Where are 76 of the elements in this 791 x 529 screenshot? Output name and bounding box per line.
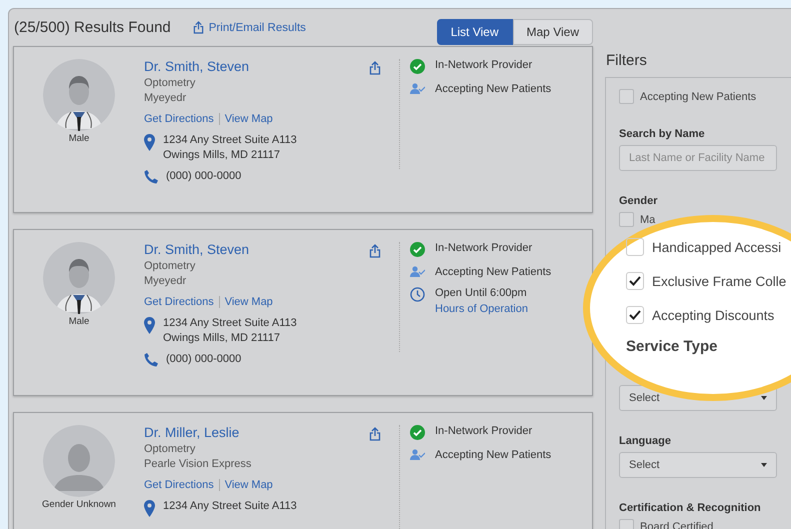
share-icon — [192, 21, 204, 34]
share-icon[interactable] — [369, 61, 381, 75]
person-check-icon — [410, 83, 425, 94]
share-icon[interactable] — [369, 427, 381, 441]
filter-heading: Gender — [619, 195, 659, 207]
phone-icon — [144, 170, 158, 184]
search-field[interactable]: Last Name or Facility Name — [619, 145, 777, 171]
filter-heading: Language — [619, 435, 672, 447]
gender-label: Gender Unknown — [42, 499, 116, 510]
checkbox-label: Accepting New Patients — [640, 90, 756, 102]
badge-text: In-Network Provider — [435, 59, 532, 71]
filter-heading: Search by Name — [619, 128, 706, 140]
check-circle-icon — [410, 425, 425, 440]
card-link[interactable]: Get Directions — [144, 113, 219, 125]
address-line: 1234 Any Street Suite A113 — [163, 134, 297, 146]
checkbox[interactable] — [619, 89, 634, 104]
clock-icon — [410, 287, 425, 302]
view-tab[interactable]: Map View — [512, 19, 593, 45]
specialty-text: Optometry — [144, 77, 196, 89]
checkbox[interactable] — [619, 212, 634, 227]
badge-text: Open Until 6:00pm — [435, 287, 528, 299]
location-pin-icon — [144, 500, 155, 517]
checkbox-label: Accepting Discounts — [652, 308, 774, 322]
phone-text: (000) 000-0000 — [166, 170, 242, 182]
phone-icon — [144, 353, 158, 367]
badge-text: Accepting New Patients — [435, 83, 552, 95]
card-link[interactable]: View Map — [218, 113, 278, 125]
service-type-heading: Service Type — [626, 338, 718, 355]
specialty-text: Optometry — [144, 443, 196, 455]
gender-label: Male — [68, 316, 90, 327]
badge-text: In-Network Provider — [435, 242, 532, 254]
practice-text: Myeyedr — [144, 275, 188, 287]
caret-icon — [761, 396, 767, 400]
caret-icon — [761, 463, 767, 467]
filters-title: Filters — [606, 52, 648, 69]
practice-text: Pearle Vision Express — [144, 458, 252, 470]
card-link[interactable]: View Map — [218, 296, 278, 308]
address-line: Owings Mills, MD 21117 — [163, 332, 281, 344]
avatar-silhouette — [43, 425, 115, 497]
hours-link[interactable]: Hours of Operation — [435, 303, 528, 315]
checkbox[interactable] — [626, 306, 644, 324]
checkbox-label: Exclusive Frame Colle — [652, 274, 786, 288]
card-link[interactable]: View Map — [218, 479, 278, 491]
provider-name-link[interactable]: Dr. Miller, Leslie — [144, 425, 369, 440]
checkbox[interactable] — [626, 272, 644, 290]
share-icon[interactable] — [369, 244, 381, 258]
address-line: Owings Mills, MD 21117 — [163, 149, 281, 161]
provider-name-link[interactable]: Dr. Smith, Steven — [144, 242, 369, 257]
view-tab[interactable]: List View — [436, 19, 513, 45]
phone-text: (000) 000-0000 — [166, 353, 242, 365]
checkbox[interactable] — [626, 238, 644, 256]
provider-name-link[interactable]: Dr. Smith, Steven — [144, 59, 369, 74]
filter-heading: Certification & Recognition — [619, 502, 762, 514]
card-link[interactable]: Get Directions — [144, 479, 219, 491]
address-line: 1234 Any Street Suite A113 — [163, 317, 297, 329]
print-email-link[interactable]: Print/Email Results — [192, 21, 306, 34]
check-circle-icon — [410, 59, 425, 74]
gender-label: Male — [68, 133, 90, 144]
practice-text: Myeyedr — [144, 92, 188, 104]
specialty-text: Optometry — [144, 260, 196, 272]
check-circle-icon — [410, 242, 425, 257]
checkbox-label: Ma — [640, 214, 656, 226]
location-pin-icon — [144, 317, 155, 334]
badge-text: Accepting New Patients — [435, 266, 552, 278]
person-check-icon — [410, 266, 425, 277]
location-pin-icon — [144, 134, 155, 151]
results-count: (25/500) Results Found — [14, 19, 171, 36]
badge-text: Accepting New Patients — [435, 449, 552, 461]
avatar-silhouette — [43, 242, 115, 314]
badge-text: In-Network Provider — [435, 425, 532, 437]
checkbox-label: Handicapped Accessi — [652, 240, 782, 254]
card-link[interactable]: Get Directions — [144, 296, 219, 308]
person-check-icon — [410, 449, 425, 460]
language-select[interactable]: Select — [619, 452, 777, 478]
avatar-silhouette — [43, 59, 115, 131]
address-line: 1234 Any Street Suite A113 — [163, 500, 297, 512]
